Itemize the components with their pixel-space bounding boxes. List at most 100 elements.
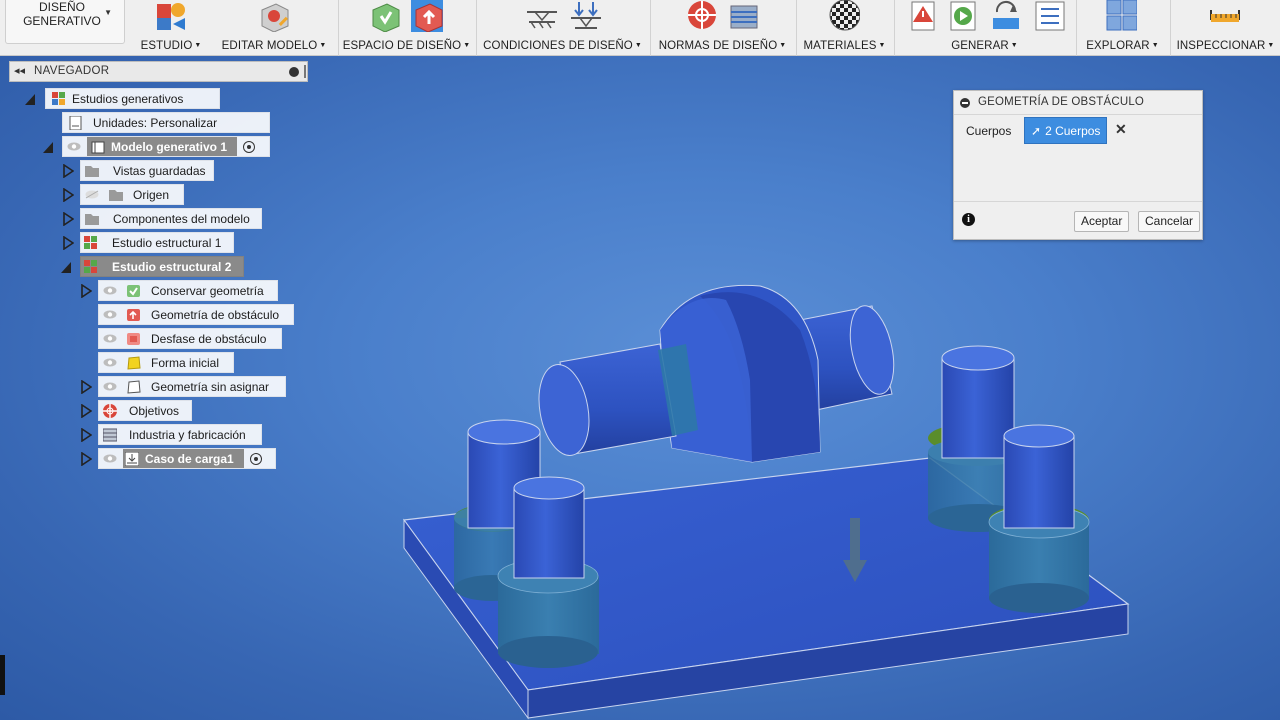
explore-icon	[1106, 0, 1137, 31]
toolbar-label-materiales: MATERIALES	[803, 40, 877, 52]
collapsed-triangle-icon[interactable]	[80, 404, 92, 418]
tree-label: Vistas guardadas	[113, 163, 206, 178]
pillar-right-front	[988, 424, 1090, 613]
tree-label: Geometría sin asignar	[151, 379, 270, 394]
toolbar-group-estudio[interactable]: ESTUDIO ▼	[140, 0, 202, 56]
unassigned-geometry-icon	[127, 379, 141, 394]
dialog-header[interactable]: GEOMETRÍA DE OBSTÁCULO	[954, 91, 1202, 115]
visibility-eye-icon[interactable]	[67, 142, 81, 151]
tree-label: Componentes del modelo	[113, 211, 250, 226]
visibility-eye-icon[interactable]	[103, 382, 117, 391]
toolbar-group-inspeccionar[interactable]: INSPECCIONAR ▼	[1170, 0, 1280, 56]
objectives-icon	[103, 403, 117, 418]
ribbon-toolbar: DISEÑO GENERATIVO ▼ ESTUDIO ▼ EDITAR MODE…	[0, 0, 1280, 56]
structural-load-icon	[571, 2, 601, 29]
visibility-eye-icon[interactable]	[103, 286, 117, 295]
load-case-icon	[125, 451, 139, 466]
toolbar-group-explorar[interactable]: EXPLORAR ▼	[1076, 0, 1168, 56]
cancel-button[interactable]: Cancelar	[1138, 211, 1201, 232]
collapsed-triangle-icon[interactable]	[80, 284, 92, 298]
expanded-triangle-icon[interactable]	[24, 92, 36, 106]
tree-label: Unidades: Personalizar	[93, 115, 218, 130]
info-icon[interactable]: i	[962, 213, 975, 226]
generative-study-icon	[157, 3, 185, 30]
tree-label: Geometría de obstáculo	[151, 307, 280, 322]
toolbar-label-normas: NORMAS DE DISEÑO	[658, 40, 778, 52]
edge-strip	[0, 655, 5, 695]
radio-target-icon[interactable]	[243, 140, 256, 153]
tree-label: Origen	[133, 187, 170, 202]
document-icon	[69, 115, 82, 130]
toolbar-label-condiciones: CONDICIONES DE DISEÑO	[483, 40, 633, 52]
obstacle-geometry-icon	[411, 0, 443, 32]
dialog-footer: i Aceptar Cancelar	[954, 201, 1202, 239]
workspace-switcher[interactable]: DISEÑO GENERATIVO ▼	[5, 0, 125, 44]
toolbar-label-explorar: EXPLORAR	[1086, 40, 1150, 52]
precheck-icon	[911, 1, 935, 31]
collapsed-triangle-icon[interactable]	[62, 212, 74, 226]
toolbar-label-generar: GENERAR	[951, 40, 1009, 52]
visibility-eye-icon[interactable]	[103, 334, 117, 343]
toolbar-group-espacio-diseno[interactable]: ESPACIO DE DISEÑO ▼	[338, 0, 474, 56]
toolbar-group-materiales[interactable]: MATERIALES ▼	[796, 0, 892, 56]
toolbar-group-editar-modelo[interactable]: EDITAR MODELO ▼	[220, 0, 328, 56]
bodies-label: Cuerpos	[966, 124, 1012, 138]
chevron-down-icon: ▼	[104, 8, 112, 17]
toolbar-group-normas[interactable]: NORMAS DE DISEÑO ▼	[650, 0, 794, 56]
preserve-geometry-icon	[372, 3, 400, 32]
tree-label: Industria y fabricación	[129, 427, 246, 442]
cursor-arrow-icon: ➚	[1031, 123, 1042, 138]
bodies-selection-button[interactable]: ➚ 2 Cuerpos	[1024, 117, 1107, 144]
manufacturing-icon	[730, 5, 758, 29]
refresh-icon	[993, 1, 1019, 29]
hidden-eye-icon[interactable]	[85, 190, 99, 199]
obstacle-geometry-dialog: GEOMETRÍA DE OBSTÁCULO Cuerpos ➚ 2 Cuerp…	[953, 90, 1203, 240]
selection-count: 2 Cuerpos	[1045, 123, 1101, 138]
collapsed-triangle-icon[interactable]	[62, 164, 74, 178]
radio-target-icon[interactable]	[249, 452, 262, 465]
expanded-triangle-icon[interactable]	[60, 260, 72, 274]
pin-icon[interactable]	[289, 67, 299, 77]
collapsed-triangle-icon[interactable]	[80, 452, 92, 466]
visibility-eye-icon[interactable]	[103, 454, 117, 463]
structural-constraint-icon	[527, 11, 557, 29]
preserve-geometry-icon	[127, 284, 140, 297]
toolbar-label-inspeccionar: INSPECCIONAR	[1176, 40, 1266, 52]
edit-model-icon	[261, 3, 289, 32]
clear-selection-icon[interactable]: ✕	[1115, 121, 1127, 138]
measure-icon	[1210, 10, 1240, 22]
collapse-panel-icon[interactable]: ◂◂	[14, 64, 25, 77]
materials-icon	[829, 0, 860, 31]
generative-study-icon	[52, 91, 65, 105]
ok-button[interactable]: Aceptar	[1074, 211, 1130, 232]
toolbar-group-generar[interactable]: GENERAR ▼	[894, 0, 1074, 56]
panel-resize-handle[interactable]	[304, 65, 306, 78]
folder-icon	[85, 165, 99, 177]
visibility-eye-icon[interactable]	[103, 310, 117, 319]
collapsed-triangle-icon[interactable]	[62, 236, 74, 250]
obstacle-geometry-icon	[127, 308, 140, 321]
tree-label: Objetivos	[129, 403, 180, 418]
component-icon	[91, 141, 105, 153]
minimize-icon[interactable]	[960, 98, 970, 108]
tree-label: Estudios generativos	[72, 91, 184, 106]
navigator-header[interactable]: ◂◂ NAVEGADOR	[9, 61, 308, 82]
tree-label: Conservar geometría	[151, 283, 264, 298]
dialog-title: GEOMETRÍA DE OBSTÁCULO	[978, 96, 1145, 108]
toolbar-label-espacio-diseno: ESPACIO DE DISEÑO	[342, 40, 462, 52]
visibility-eye-icon[interactable]	[103, 358, 117, 367]
tree-label: Forma inicial	[151, 355, 220, 370]
tree-label: Desfase de obstáculo	[151, 331, 267, 346]
collapsed-triangle-icon[interactable]	[80, 428, 92, 442]
tree-label: Caso de carga1	[145, 451, 234, 466]
expanded-triangle-icon[interactable]	[42, 140, 54, 154]
collapsed-triangle-icon[interactable]	[80, 380, 92, 394]
generate-icon	[950, 1, 976, 31]
starting-shape-icon	[127, 355, 141, 370]
toolbar-group-condiciones[interactable]: CONDICIONES DE DISEÑO ▼	[476, 0, 648, 56]
objectives-icon	[688, 1, 716, 29]
structural-study-icon	[84, 235, 97, 249]
folder-icon	[85, 213, 99, 225]
collapsed-triangle-icon[interactable]	[62, 188, 74, 202]
navigator-title: NAVEGADOR	[34, 65, 110, 77]
